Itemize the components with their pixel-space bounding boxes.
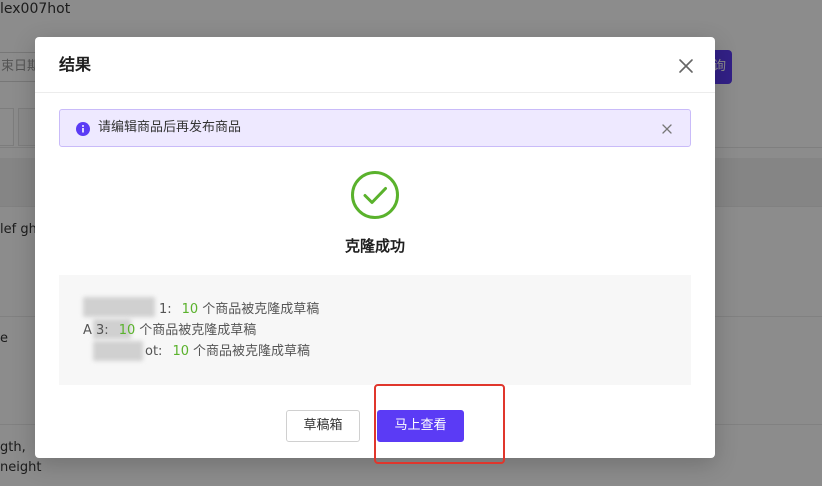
clone-count: 10	[118, 323, 136, 338]
success-title: 克隆成功	[344, 237, 405, 255]
modal-title: 结果	[59, 55, 92, 74]
view-now-button[interactable]: 马上查看	[377, 410, 464, 442]
store-label: ot:	[145, 344, 163, 359]
draft-box-button[interactable]: 草稿箱	[286, 410, 360, 442]
store-label: 1:	[159, 302, 172, 317]
clone-count: 10	[181, 302, 199, 317]
info-icon	[76, 121, 90, 136]
result-summary: 1: 10 个商品被克隆成草稿 A 3: 10 个商品被克隆成草稿 ot: 10 个商品被克…	[59, 275, 691, 385]
close-icon[interactable]	[675, 55, 697, 77]
alert-close-icon[interactable]	[660, 121, 674, 135]
result-modal: 结果 请编辑商品后再发布商品 克隆成功 1: 10 个商品被克隆成草稿 A 3: 10…	[35, 37, 715, 458]
result-line: ot: 10 个商品被克隆成草稿	[145, 343, 310, 361]
redacted-store-name	[83, 297, 155, 317]
clone-count: 10	[172, 344, 189, 359]
result-line: A 3: 10 个商品被克隆成草稿	[83, 322, 256, 340]
result-suffix: 个商品被克隆成草稿	[192, 344, 310, 359]
alert-message: 请编辑商品后再发布商品	[98, 120, 242, 135]
modal-header: 结果	[35, 37, 715, 93]
info-alert: 请编辑商品后再发布商品	[59, 109, 691, 147]
check-circle-icon	[350, 170, 400, 220]
result-suffix: 个商品被克隆成草稿	[139, 323, 257, 338]
result-line: 1: 10 个商品被克隆成草稿	[159, 301, 319, 319]
store-label: A 3:	[83, 323, 109, 338]
redacted-store-name	[93, 341, 143, 361]
result-suffix: 个商品被克隆成草稿	[202, 302, 320, 317]
